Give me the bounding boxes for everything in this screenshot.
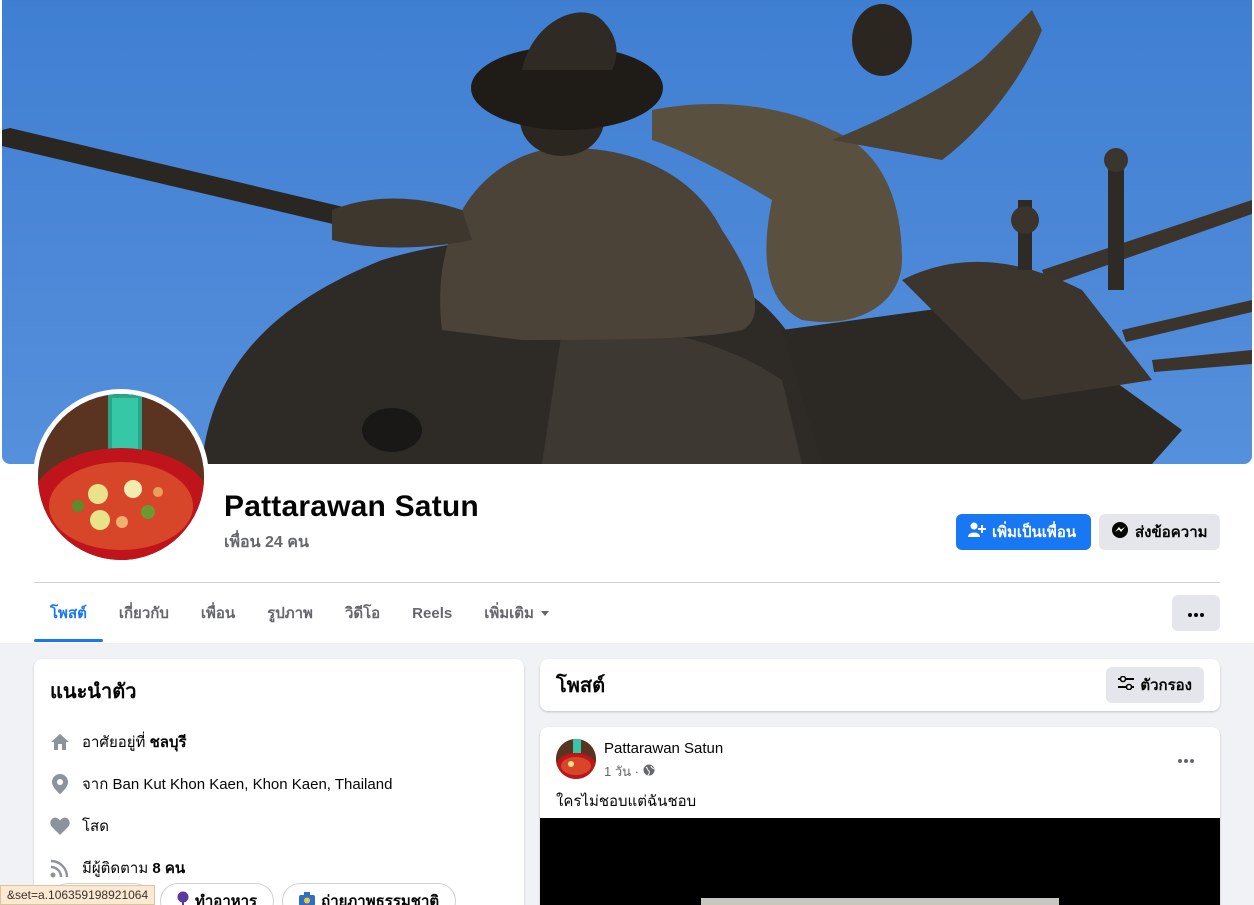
tab-about[interactable]: เกี่ยวกับ bbox=[103, 584, 185, 642]
intro-title: แนะนำตัว bbox=[50, 681, 137, 703]
intro-card: แนะนำตัว อาศัยอยู่ที่ ชลบุรี จาก Ban Kut… bbox=[34, 659, 524, 905]
posts-title: โพสต์ bbox=[556, 675, 606, 697]
globe-icon bbox=[643, 764, 655, 779]
caret-down-icon bbox=[540, 605, 550, 622]
filter-button[interactable]: ตัวกรอง bbox=[1106, 667, 1204, 703]
message-label: ส่งข้อความ bbox=[1135, 524, 1208, 541]
profile-header: Pattarawan Satun เพื่อน 24 คน เพิ่มเป็นเ… bbox=[0, 0, 1254, 643]
post-card: Pattarawan Satun 1 วัน · ใครไม่ชอบแต่ฉัน… bbox=[540, 727, 1220, 905]
heart-icon bbox=[50, 816, 70, 836]
post-time[interactable]: 1 วัน · bbox=[604, 761, 639, 782]
camera-icon bbox=[299, 892, 316, 905]
post-author-avatar[interactable] bbox=[556, 739, 596, 779]
post-options-button[interactable] bbox=[1168, 741, 1204, 777]
filter-icon bbox=[1118, 675, 1135, 694]
more-dots-icon bbox=[1178, 750, 1194, 768]
rss-icon bbox=[50, 858, 70, 878]
from-place[interactable]: Ban Kut Khon Kaen, Khon Kaen, Thailand bbox=[112, 776, 392, 793]
video-frame bbox=[701, 898, 1059, 905]
post-text: ใครไม่ชอบแต่ฉันชอบ bbox=[556, 793, 697, 810]
intro-relationship: โสด bbox=[50, 805, 508, 847]
post-author-name[interactable]: Pattarawan Satun bbox=[604, 740, 723, 757]
pin-icon bbox=[177, 891, 189, 905]
tab-friends[interactable]: เพื่อน bbox=[185, 584, 251, 642]
tab-videos[interactable]: วิดีโอ bbox=[329, 584, 396, 642]
posts-header-card: โพสต์ ตัวกรอง bbox=[540, 659, 1220, 711]
add-friend-icon bbox=[968, 522, 986, 542]
intro-lives-in: อาศัยอยู่ที่ ชลบุรี bbox=[50, 721, 508, 763]
tab-photos[interactable]: รูปภาพ bbox=[251, 584, 329, 642]
lives-place[interactable]: ชลบุรี bbox=[150, 734, 187, 751]
tab-more[interactable]: เพิ่มเติม bbox=[468, 584, 566, 642]
home-icon bbox=[50, 732, 70, 752]
messenger-icon bbox=[1111, 521, 1129, 543]
tab-reels[interactable]: Reels bbox=[396, 584, 468, 642]
tab-posts[interactable]: โพสต์ bbox=[34, 584, 103, 642]
header-divider bbox=[34, 582, 1220, 583]
post-video[interactable] bbox=[540, 818, 1220, 905]
friends-count[interactable]: เพื่อน 24 คน bbox=[224, 530, 309, 555]
add-friend-button[interactable]: เพิ่มเป็นเพื่อน bbox=[956, 514, 1091, 550]
profile-name: Pattarawan Satun bbox=[224, 490, 479, 523]
followers-count[interactable]: 8 คน bbox=[152, 860, 185, 877]
browser-status-url: &set=a.106359198921064 bbox=[0, 885, 156, 905]
intro-from: จาก Ban Kut Khon Kaen, Khon Kaen, Thaila… bbox=[50, 763, 508, 805]
location-pin-icon bbox=[50, 774, 70, 794]
profile-avatar[interactable] bbox=[33, 389, 209, 565]
post-meta: 1 วัน · bbox=[604, 761, 655, 782]
hobby-chip-nature-photography[interactable]: ถ่ายภาพธรรมชาติ bbox=[282, 883, 457, 905]
profile-tabs: โพสต์ เกี่ยวกับ เพื่อน รูปภาพ วิดีโอ Ree… bbox=[34, 584, 566, 642]
more-dots-icon bbox=[1188, 604, 1204, 622]
profile-more-button[interactable] bbox=[1172, 595, 1220, 631]
message-button[interactable]: ส่งข้อความ bbox=[1099, 514, 1220, 550]
add-friend-label: เพิ่มเป็นเพื่อน bbox=[992, 524, 1077, 541]
hobby-chip-cooking[interactable]: ทำอาหาร bbox=[160, 883, 275, 905]
cover-photo[interactable] bbox=[2, 0, 1252, 464]
